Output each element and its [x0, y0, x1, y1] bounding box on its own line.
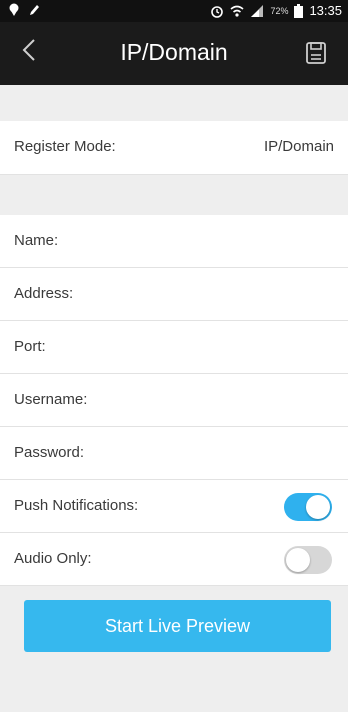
- section-spacer-top: [0, 85, 348, 121]
- address-label: Address:: [14, 285, 74, 302]
- push-notifications-toggle[interactable]: [284, 493, 332, 521]
- port-label: Port:: [14, 338, 46, 355]
- address-field[interactable]: [110, 276, 338, 314]
- password-row: Password:: [0, 427, 348, 480]
- battery-percent: 72%: [270, 5, 289, 16]
- password-field[interactable]: [110, 435, 338, 473]
- audio-only-label: Audio Only:: [14, 550, 92, 567]
- signal-icon: [251, 4, 264, 17]
- register-mode-label: Register Mode:: [14, 138, 116, 155]
- name-field[interactable]: [110, 223, 338, 261]
- name-label: Name:: [14, 232, 59, 249]
- pen-icon: [30, 5, 39, 15]
- status-bar: 72% 13:35: [0, 0, 348, 22]
- start-live-preview-button[interactable]: Start Live Preview: [24, 600, 331, 652]
- port-row: Port:: [0, 321, 348, 374]
- audio-only-row: Audio Only:: [0, 533, 348, 586]
- username-field[interactable]: [110, 382, 338, 420]
- page-title: IP/Domain: [120, 39, 228, 65]
- status-right: 72% 13:35: [210, 3, 342, 18]
- push-notifications-label: Push Notifications:: [14, 497, 139, 514]
- section-spacer-middle: [0, 175, 348, 215]
- alarm-icon: [211, 5, 224, 18]
- save-button[interactable]: [306, 42, 326, 64]
- password-label: Password:: [14, 444, 85, 461]
- wifi-icon: [230, 5, 244, 17]
- save-icon: [306, 42, 326, 64]
- app-bar: IP/Domain: [0, 22, 348, 85]
- username-row: Username:: [0, 374, 348, 427]
- username-label: Username:: [14, 391, 88, 408]
- clock: 13:35: [309, 3, 342, 18]
- status-left: [8, 3, 40, 17]
- push-notifications-row: Push Notifications:: [0, 480, 348, 533]
- notification-icon: [9, 3, 19, 16]
- name-row: Name:: [0, 215, 348, 268]
- register-mode-row[interactable]: Register Mode: IP/Domain: [0, 121, 348, 175]
- toggle-knob: [286, 548, 310, 572]
- audio-only-toggle[interactable]: [284, 546, 332, 574]
- port-field[interactable]: [110, 329, 338, 367]
- address-row: Address:: [0, 268, 348, 321]
- battery-icon: [294, 3, 304, 18]
- register-mode-value: IP/Domain: [263, 138, 334, 155]
- toggle-knob: [306, 495, 330, 519]
